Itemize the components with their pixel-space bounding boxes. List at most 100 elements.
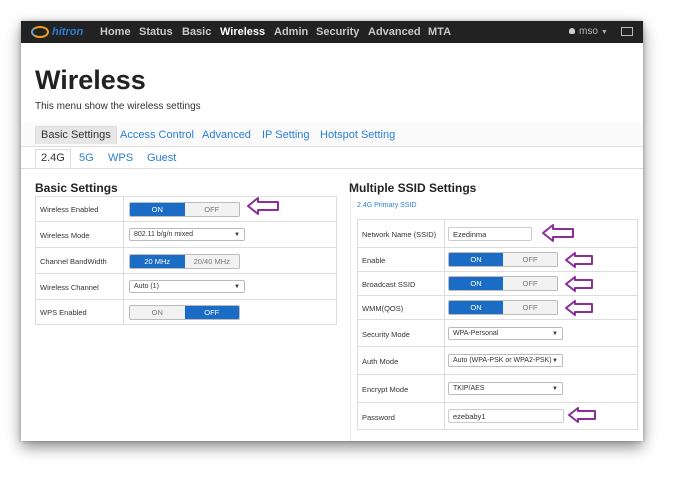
nav-admin[interactable]: Admin xyxy=(274,21,308,43)
toggle-off[interactable]: OFF xyxy=(503,277,557,290)
tab-access-control[interactable]: Access Control xyxy=(115,127,199,144)
arrow-left-icon xyxy=(565,300,593,316)
divider xyxy=(123,248,124,273)
wps-enabled-toggle[interactable]: ON OFF xyxy=(129,305,240,320)
auth-mode-select[interactable]: Auto (WPA-PSK or WPA2-PSK) ▼ xyxy=(448,354,563,367)
toggle-off[interactable]: OFF xyxy=(185,203,240,216)
divider xyxy=(444,320,445,346)
bandwidth-toggle[interactable]: 20 MHz 20/40 MHz xyxy=(129,254,240,269)
label-wmm-qos: WMM(QOS) xyxy=(362,304,404,313)
tab-guest[interactable]: Guest xyxy=(142,150,181,167)
label-wireless-enabled: Wireless Enabled xyxy=(40,205,99,214)
chevron-down-icon: ▼ xyxy=(552,358,558,364)
nav-security[interactable]: Security xyxy=(316,21,359,43)
tab-hotspot-setting[interactable]: Hotspot Setting xyxy=(315,127,400,144)
divider xyxy=(444,272,445,295)
basic-settings-table: Wireless Enabled ON OFF Wireless Mode 80… xyxy=(35,196,337,325)
nav-advanced[interactable]: Advanced xyxy=(368,21,421,43)
security-mode-select[interactable]: WPA-Personal ▼ xyxy=(448,327,563,340)
chevron-down-icon: ▼ xyxy=(600,29,608,36)
page-subtitle: This menu show the wireless settings xyxy=(35,101,201,112)
arrow-left-icon xyxy=(247,197,279,215)
nav-mta[interactable]: MTA xyxy=(428,21,451,43)
nav-basic[interactable]: Basic xyxy=(182,21,211,43)
label-network-name: Network Name (SSID) xyxy=(362,230,437,239)
divider xyxy=(444,220,445,247)
bandwidth-20mhz[interactable]: 20 MHz xyxy=(130,255,185,268)
toggle-on[interactable]: ON xyxy=(449,253,503,266)
row-broadcast-ssid: Broadcast SSID ON OFF xyxy=(357,272,638,296)
nav-wireless[interactable]: Wireless xyxy=(220,21,265,43)
divider xyxy=(444,375,445,402)
tab-5g[interactable]: 5G xyxy=(74,150,99,167)
password-input[interactable]: ezebaby1 xyxy=(448,409,564,423)
enable-toggle[interactable]: ON OFF xyxy=(448,252,558,267)
page-title: Wireless xyxy=(35,65,146,95)
monitor-icon[interactable] xyxy=(621,27,633,36)
input-value: ezebaby1 xyxy=(453,412,486,421)
toggle-on[interactable]: ON xyxy=(130,203,185,216)
user-name: mso xyxy=(579,26,598,37)
label-encrypt-mode: Encrypt Mode xyxy=(362,385,409,394)
logo-text: hitron xyxy=(52,26,84,38)
row-enable: Enable ON OFF xyxy=(357,248,638,272)
divider xyxy=(123,197,124,221)
input-value: Ezedinma xyxy=(453,230,487,239)
label-wireless-channel: Wireless Channel xyxy=(40,283,99,292)
toggle-on[interactable]: ON xyxy=(130,306,185,319)
label-broadcast-ssid: Broadcast SSID xyxy=(362,280,416,289)
tab-advanced[interactable]: Advanced xyxy=(197,127,256,144)
nav-status[interactable]: Status xyxy=(139,21,173,43)
divider xyxy=(123,274,124,299)
label-enable: Enable xyxy=(362,256,386,265)
arrow-left-icon xyxy=(565,276,593,292)
row-wireless-mode: Wireless Mode 802.11 b/g/n mixed ▼ xyxy=(35,222,337,248)
divider xyxy=(444,403,445,429)
select-value: WPA-Personal xyxy=(453,330,499,337)
wireless-mode-select[interactable]: 802.11 b/g/n mixed ▼ xyxy=(129,228,245,241)
tab-2-4g[interactable]: 2.4G xyxy=(35,149,71,168)
ssid-settings-title: Multiple SSID Settings xyxy=(349,181,477,195)
divider xyxy=(444,347,445,374)
chevron-down-icon: ▼ xyxy=(552,386,558,392)
wireless-channel-select[interactable]: Auto (1) ▼ xyxy=(129,280,245,293)
toggle-off[interactable]: OFF xyxy=(184,306,239,319)
label-wireless-mode: Wireless Mode xyxy=(40,231,90,240)
toggle-on[interactable]: ON xyxy=(449,277,503,290)
row-encrypt-mode: Encrypt Mode TKIP/AES ▼ xyxy=(357,375,638,403)
arrow-left-icon xyxy=(542,224,574,242)
select-value: Auto (WPA-PSK or WPA2-PSK) xyxy=(453,357,552,364)
row-channel-bandwidth: Channel BandWidth 20 MHz 20/40 MHz xyxy=(35,248,337,274)
select-value: Auto (1) xyxy=(134,283,159,290)
hitron-logo[interactable]: hitron xyxy=(31,24,83,40)
row-wireless-channel: Wireless Channel Auto (1) ▼ xyxy=(35,274,337,300)
user-menu[interactable]: mso ▼ xyxy=(569,21,608,43)
tab-ip-setting[interactable]: IP Setting xyxy=(257,127,315,144)
row-wmm-qos: WMM(QOS) ON OFF xyxy=(357,296,638,320)
user-icon xyxy=(569,28,575,35)
chevron-down-icon: ▼ xyxy=(234,284,240,290)
arrow-left-icon xyxy=(565,252,593,268)
label-auth-mode: Auth Mode xyxy=(362,357,399,366)
primary-ssid-link[interactable]: 2.4G Primary SSID xyxy=(357,202,417,209)
toggle-off[interactable]: OFF xyxy=(503,301,557,314)
select-value: 802.11 b/g/n mixed xyxy=(134,231,194,238)
label-security-mode: Security Mode xyxy=(362,330,410,339)
bandwidth-20-40mhz[interactable]: 20/40 MHz xyxy=(185,255,240,268)
toggle-off[interactable]: OFF xyxy=(503,253,557,266)
browser-frame: hitron Home Status Basic Wireless Admin … xyxy=(21,21,643,441)
wmm-qos-toggle[interactable]: ON OFF xyxy=(448,300,558,315)
nav-home[interactable]: Home xyxy=(100,21,131,43)
tab-wps[interactable]: WPS xyxy=(103,150,138,167)
tab-basic-settings[interactable]: Basic Settings xyxy=(35,126,117,144)
broadcast-ssid-toggle[interactable]: ON OFF xyxy=(448,276,558,291)
top-navbar: hitron Home Status Basic Wireless Admin … xyxy=(21,21,643,43)
settings-tabs: Basic Settings Access Control Advanced I… xyxy=(21,123,643,147)
wireless-enabled-toggle[interactable]: ON OFF xyxy=(129,202,240,217)
row-network-name: Network Name (SSID) Ezedinma xyxy=(357,220,638,248)
ssid-input[interactable]: Ezedinma xyxy=(448,227,532,241)
select-value: TKIP/AES xyxy=(453,385,485,392)
encrypt-mode-select[interactable]: TKIP/AES ▼ xyxy=(448,382,563,395)
toggle-on[interactable]: ON xyxy=(449,301,503,314)
divider xyxy=(123,300,124,324)
